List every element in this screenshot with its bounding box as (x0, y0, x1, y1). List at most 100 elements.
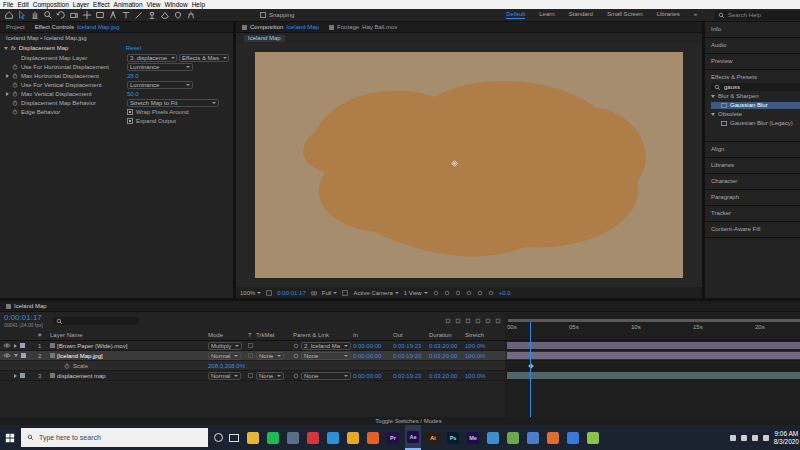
panel-header[interactable]: Preview (705, 54, 800, 70)
column-header[interactable]: TrkMat (256, 332, 293, 338)
taskbar-app[interactable] (525, 425, 541, 450)
duration[interactable]: 0:03:20:00 (429, 353, 465, 359)
taskbar-app[interactable] (245, 425, 261, 450)
windows-start-icon[interactable] (5, 433, 15, 443)
menu-item[interactable]: Layer (73, 0, 89, 9)
snapping-checkbox[interactable] (260, 12, 266, 18)
column-header[interactable]: Layer Name (50, 332, 208, 338)
task-view-icon[interactable] (229, 434, 239, 442)
column-header[interactable]: Stretch (465, 332, 505, 338)
camera-icon[interactable] (311, 290, 317, 296)
tool-icon[interactable] (43, 10, 53, 20)
taskbar-app[interactable]: Ai (425, 425, 441, 450)
preserve-transparency-toggle[interactable] (248, 373, 253, 378)
mode-dropdown[interactable]: Normal (208, 372, 241, 380)
taskbar-app[interactable] (585, 425, 601, 450)
view-option-icon[interactable] (488, 290, 494, 296)
view-option-icon[interactable] (433, 290, 439, 296)
timeline-switch-icon[interactable] (445, 318, 451, 324)
out-point[interactable]: 0:03:19:23 (393, 353, 429, 359)
panel-header[interactable]: Effects & Presets (711, 74, 800, 81)
stopwatch-icon[interactable] (64, 363, 70, 369)
taskbar-app[interactable] (345, 425, 361, 450)
panel-tab[interactable]: Composition Iceland Map (242, 24, 319, 30)
property-dropdown[interactable]: Luminance (127, 81, 193, 89)
current-time[interactable]: 0:00:01:17 (277, 290, 305, 296)
property-dropdown[interactable]: Luminance (127, 63, 193, 71)
anchor-point-icon[interactable] (451, 160, 458, 167)
expand-icon[interactable] (6, 92, 9, 96)
effect-category[interactable]: Blur & Sharpen (711, 93, 800, 100)
workspace-tab[interactable]: Standard (569, 11, 593, 19)
panel-header[interactable]: Libraries (705, 158, 800, 174)
layer-row[interactable]: 2 [Iceland Map.jpg] Normal None None 0:0… (0, 351, 505, 361)
column-header[interactable]: Mode (208, 332, 248, 338)
taskbar-app[interactable] (485, 425, 501, 450)
taskbar-app[interactable]: Ps (445, 425, 461, 450)
column-header[interactable]: Out (393, 332, 429, 338)
expand-icon[interactable] (711, 95, 715, 98)
menu-item[interactable]: File (3, 0, 13, 9)
layer-row[interactable]: 1 [Brown Paper (Wide).mov] Multiply 2. I… (0, 341, 505, 351)
layer-bar[interactable] (507, 372, 800, 379)
effect-row[interactable]: fx Displacement Map Reset (0, 44, 233, 53)
workspace-tab[interactable]: Default (506, 11, 525, 19)
playhead[interactable] (530, 322, 531, 417)
in-point[interactable]: 0:00:00:00 (353, 353, 393, 359)
tool-icon[interactable] (69, 10, 79, 20)
taskbar-app[interactable] (285, 425, 301, 450)
tool-icon[interactable] (121, 10, 131, 20)
taskbar-app[interactable] (305, 425, 321, 450)
taskbar-app[interactable] (565, 425, 581, 450)
stretch[interactable]: 100.0% (465, 343, 505, 349)
layer-row[interactable]: 3 displacement map Normal None None 0:00… (0, 371, 505, 381)
out-point[interactable]: 0:03:19:23 (393, 343, 429, 349)
pickwhip-icon[interactable] (293, 343, 299, 349)
panel-header[interactable]: Character (705, 174, 800, 190)
in-point[interactable]: 0:00:00:00 (353, 373, 393, 379)
timeline-switch-icon[interactable] (465, 318, 471, 324)
taskbar-search[interactable]: Type here to search (21, 428, 208, 447)
effect-item[interactable]: Gaussian Blur (711, 102, 800, 109)
fx-badge[interactable]: fx (11, 45, 16, 52)
search-help-field[interactable]: Search Help (715, 11, 800, 20)
tray-icon[interactable] (741, 435, 747, 441)
view-option-icon[interactable] (466, 290, 472, 296)
trkmat-dropdown[interactable]: None (256, 352, 284, 360)
checkbox[interactable] (127, 118, 133, 124)
source-dropdown[interactable]: Effects & Mas (179, 54, 229, 62)
workspace-overflow[interactable]: » (694, 11, 697, 19)
label-color[interactable] (20, 373, 25, 378)
breadcrumb[interactable]: Iceland Map (244, 35, 285, 42)
view-option-icon[interactable] (455, 290, 461, 296)
column-header[interactable]: Duration (429, 332, 465, 338)
tool-icon[interactable] (4, 10, 14, 20)
taskbar-app[interactable] (265, 425, 281, 450)
panel-header[interactable]: Tracker (705, 206, 800, 222)
visibility-toggle[interactable] (3, 343, 11, 349)
tool-icon[interactable] (82, 10, 92, 20)
panel-tab[interactable]: Footage Hay Bail.mov (329, 24, 397, 30)
expand-icon[interactable] (711, 113, 715, 116)
tool-icon[interactable] (160, 10, 170, 20)
stretch[interactable]: 100.0% (465, 353, 505, 359)
stopwatch-icon[interactable] (12, 100, 18, 106)
panel-header[interactable]: Info (705, 22, 800, 38)
panel-header[interactable]: Audio (705, 38, 800, 54)
label-color[interactable] (20, 343, 25, 348)
expand-icon[interactable] (14, 344, 17, 348)
taskbar-app[interactable]: Pr (385, 425, 401, 450)
work-area-bar[interactable] (508, 319, 800, 322)
timeline-switch-icon[interactable] (495, 318, 501, 324)
menu-item[interactable]: Effect (93, 0, 110, 9)
layer-name[interactable]: [Iceland Map.jpg] (50, 353, 208, 359)
parent-dropdown[interactable]: None (301, 372, 351, 380)
panel-header[interactable]: Paragraph (705, 190, 800, 206)
snapping-toggle[interactable]: Snapping (260, 12, 294, 18)
views-dropdown[interactable]: 1 View (404, 290, 428, 296)
tray-icon[interactable] (752, 435, 758, 441)
tool-icon[interactable] (173, 10, 183, 20)
duration[interactable]: 0:03:20:00 (429, 373, 465, 379)
stopwatch-icon[interactable] (12, 91, 18, 97)
property-value[interactable]: 208.0,208.0% (208, 363, 293, 369)
